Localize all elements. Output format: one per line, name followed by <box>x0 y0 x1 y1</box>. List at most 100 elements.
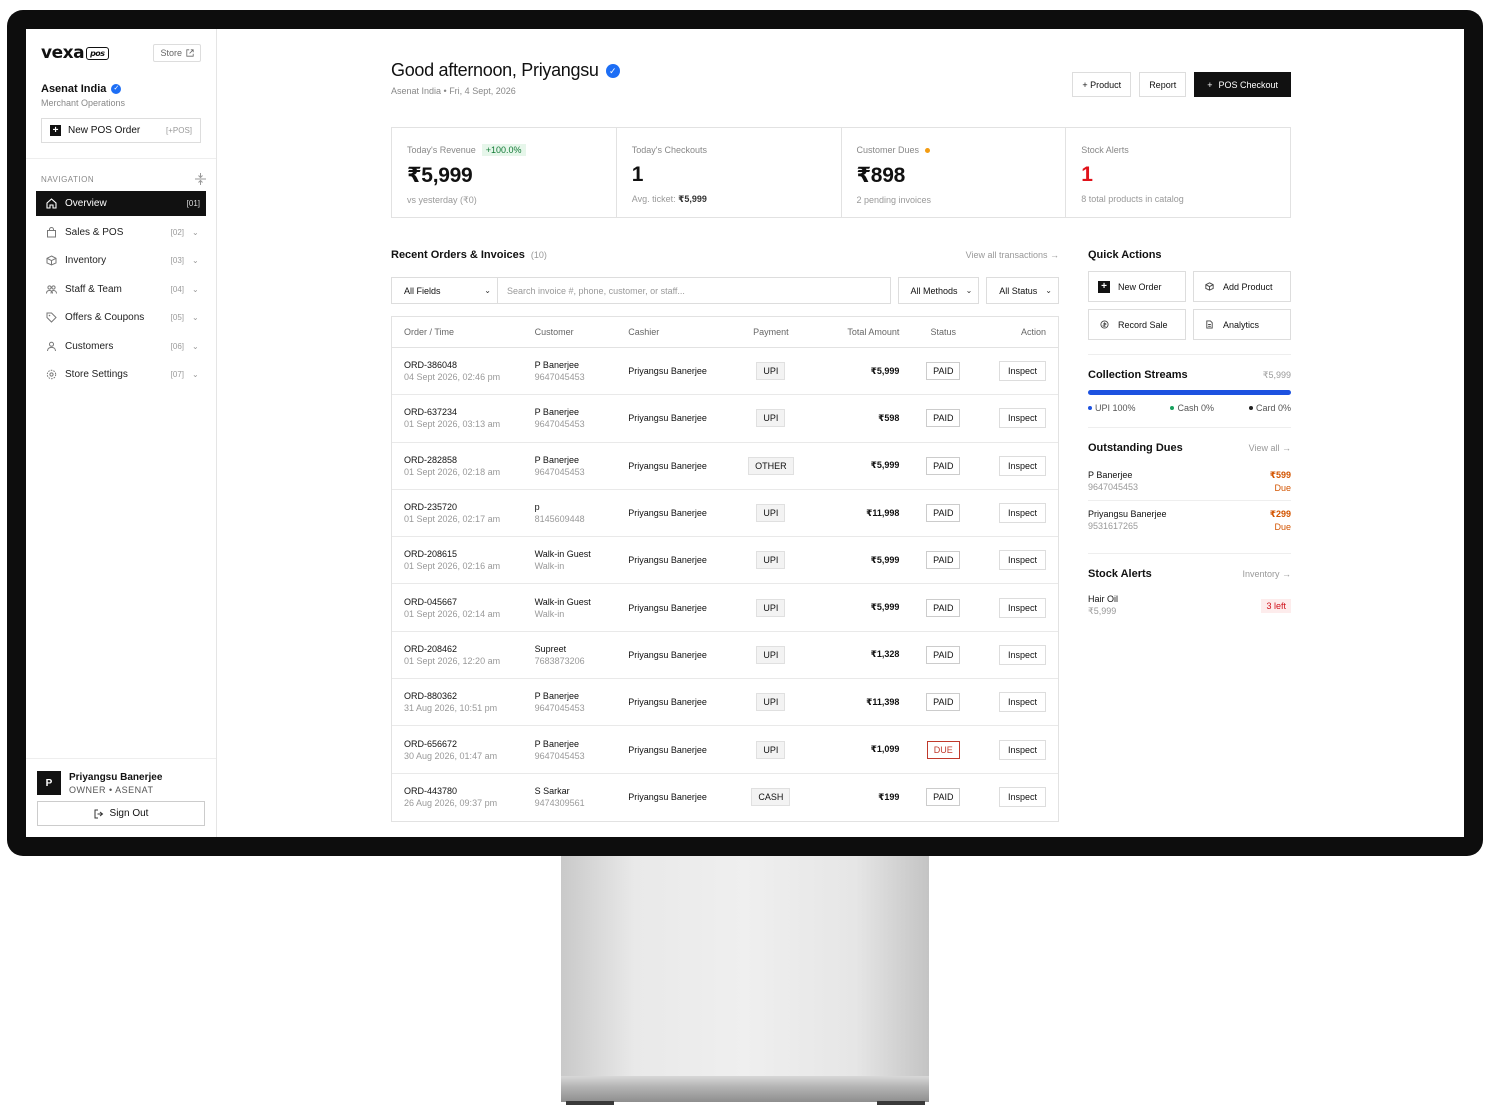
logo[interactable]: vexa pos <box>41 43 109 63</box>
chevron-down-icon: ⌄ <box>965 286 973 295</box>
inspect-button[interactable]: Inspect <box>998 787 1046 808</box>
search-input[interactable]: Search invoice #, phone, customer, or st… <box>497 277 891 304</box>
sidebar-item-staff-team[interactable]: Staff & Team [04] ⌄ <box>36 277 206 302</box>
inspect-button[interactable]: Inspect <box>998 503 1046 524</box>
customer-phone: 9647045453 <box>534 466 585 477</box>
dues-title: Outstanding Dues <box>1088 442 1183 454</box>
table-row[interactable]: ORD-208462 01 Sept 2026, 12:20 am Supreet 7… <box>392 632 1058 680</box>
new-order-button[interactable]: + New Order <box>1088 271 1186 302</box>
sign-out-button[interactable]: Sign Out <box>37 801 205 826</box>
legend-cash: Cash 0% <box>1170 403 1214 413</box>
inspect-button[interactable]: Inspect <box>998 644 1046 665</box>
org-info: Asenat India ✓ Merchant Operations <box>26 63 216 108</box>
store-button[interactable]: Store <box>153 44 201 62</box>
dues-header: Outstanding Dues View all → <box>1088 442 1291 454</box>
list-item[interactable]: P Banerjee 9647045453 ₹599 Due <box>1088 462 1291 501</box>
stat-card-revenue: Today's Revenue +100.0% ₹5,999 vs yester… <box>392 128 617 217</box>
view-all-transactions-link[interactable]: View all transactions → <box>966 250 1059 260</box>
sidebar-item-inventory[interactable]: Inventory [03] ⌄ <box>36 248 206 273</box>
avatar[interactable]: P <box>37 771 61 795</box>
inspect-button[interactable]: Inspect <box>998 361 1046 382</box>
page-subtitle: Asenat India • Fri, 4 Sept, 2026 <box>391 86 516 96</box>
customer-cell: Walk-in Guest Walk-in <box>535 549 629 571</box>
stat-card-checkouts: Today's Checkouts 1 Avg. ticket: ₹5,999 <box>617 128 842 217</box>
inspect-button[interactable]: Inspect <box>998 408 1046 429</box>
sidebar-item-overview[interactable]: Overview [01] <box>36 191 206 216</box>
user-role: OWNER • ASENAT <box>69 784 154 795</box>
payment-cell: OTHER <box>747 456 795 475</box>
field-select[interactable]: All Fields ⌄ <box>391 277 497 304</box>
table-row[interactable]: ORD-235720 01 Sept 2026, 02:17 am p 8145609… <box>392 490 1058 538</box>
legend-dot-icon <box>1088 406 1092 410</box>
inspect-button[interactable]: Inspect <box>998 739 1046 760</box>
inspect-button[interactable]: Inspect <box>998 692 1046 713</box>
status-select[interactable]: All Status ⌄ <box>986 277 1059 304</box>
view-all-dues-link[interactable]: View all → <box>1249 443 1291 453</box>
payment-badge: UPI <box>756 693 786 712</box>
order-id: ORD-443780 <box>404 786 458 797</box>
divider <box>1088 354 1291 355</box>
add-product-quick-button[interactable]: Add Product <box>1193 271 1291 302</box>
payment-badge: CASH <box>751 788 791 807</box>
table-row[interactable]: ORD-282858 01 Sept 2026, 02:18 am P Banerj… <box>392 443 1058 490</box>
due-amount: ₹599 <box>1269 470 1291 480</box>
sidebar-item-label: Store Settings <box>65 369 128 380</box>
record-sale-button[interactable]: Record Sale <box>1088 309 1186 340</box>
status-cell: PAID <box>899 693 987 712</box>
add-product-label: Add Product <box>1223 281 1273 292</box>
list-item[interactable]: Hair Oil ₹5,999 3 left <box>1088 594 1291 617</box>
sidebar-item-label: Staff & Team <box>65 283 122 295</box>
customer-phone: 9647045453 <box>534 419 585 430</box>
sidebar-item-label: Sales & POS <box>65 226 124 238</box>
sidebar-item-store-settings[interactable]: Store Settings [07] ⌄ <box>36 362 206 387</box>
payment-cell: UPI <box>747 504 795 523</box>
status-cell: PAID <box>899 645 987 664</box>
orders-header: Recent Orders & Invoices (10) View all tr… <box>391 249 1059 261</box>
report-button[interactable]: Report <box>1139 72 1187 97</box>
methods-select[interactable]: All Methods ⌄ <box>897 277 980 304</box>
table-row[interactable]: ORD-208615 01 Sept 2026, 02:16 am Walk-in … <box>392 537 1058 585</box>
table-row[interactable]: ORD-637234 01 Sept 2026, 03:13 am P Banerj… <box>392 395 1058 443</box>
nav-header-label: NAVIGATION <box>41 174 95 184</box>
collapse-icon[interactable] <box>195 173 206 185</box>
methods-select-value: All Methods <box>910 285 958 296</box>
total-amount: ₹1,099 <box>870 744 900 755</box>
action-cell: Inspect <box>987 455 1058 476</box>
payment-cell: UPI <box>747 645 795 664</box>
inspect-button[interactable]: Inspect <box>998 597 1046 618</box>
stock-alerts-header: Stock Alerts Inventory → <box>1088 568 1291 580</box>
table-row[interactable]: ORD-880362 31 Aug 2026, 10:51 pm P Banerje… <box>392 679 1058 727</box>
due-customer-name: Priyangsu Banerjee <box>1088 509 1167 519</box>
status-badge: PAID <box>926 598 961 617</box>
customer-name: P Banerjee <box>534 738 579 749</box>
table-row[interactable]: ORD-656672 30 Aug 2026, 01:47 am P Banerje… <box>392 726 1058 774</box>
table-row[interactable]: ORD-045667 01 Sept 2026, 02:14 am Walk-in … <box>392 584 1058 632</box>
add-product-button[interactable]: + Product <box>1072 72 1132 97</box>
pos-checkout-button[interactable]: + POS Checkout <box>1194 72 1291 97</box>
table-row[interactable]: ORD-443780 26 Aug 2026, 09:37 pm S Sarkar 9… <box>392 774 1058 821</box>
team-icon <box>46 284 57 295</box>
status-cell: PAID <box>899 362 987 381</box>
external-link-icon <box>186 49 194 57</box>
new-pos-order-button[interactable]: + New POS Order [+POS] <box>41 118 201 143</box>
cashier-name: Priyangsu Banerjee <box>628 508 707 519</box>
cashier-name: Priyangsu Banerjee <box>628 413 707 424</box>
total-amount: ₹11,398 <box>866 696 900 707</box>
column-header: Order / Time <box>404 327 455 337</box>
sidebar-item-customers[interactable]: Customers [06] ⌄ <box>36 334 206 359</box>
list-item[interactable]: Priyangsu Banerjee 9531617265 ₹299 Due <box>1088 501 1291 539</box>
customer-name: p <box>534 502 540 513</box>
table-row[interactable]: ORD-386048 04 Sept 2026, 02:46 pm P Banerj… <box>392 348 1058 396</box>
order-cell: ORD-880362 31 Aug 2026, 10:51 pm <box>392 691 535 713</box>
analytics-button[interactable]: Analytics <box>1193 309 1291 340</box>
sidebar-item-offers-coupons[interactable]: Offers & Coupons [05] ⌄ <box>36 305 206 330</box>
order-time: 31 Aug 2026, 10:51 pm <box>404 703 498 714</box>
legend-card: Card 0% <box>1248 403 1291 413</box>
order-time: 01 Sept 2026, 02:18 am <box>404 466 501 477</box>
logo-text: vexa <box>41 43 85 63</box>
inspect-button[interactable]: Inspect <box>998 455 1046 476</box>
sidebar-item-sales-pos[interactable]: Sales & POS [02] ⌄ <box>36 220 206 245</box>
inventory-link[interactable]: Inventory → <box>1242 569 1291 579</box>
payment-badge: UPI <box>756 645 786 664</box>
inspect-button[interactable]: Inspect <box>998 550 1046 571</box>
